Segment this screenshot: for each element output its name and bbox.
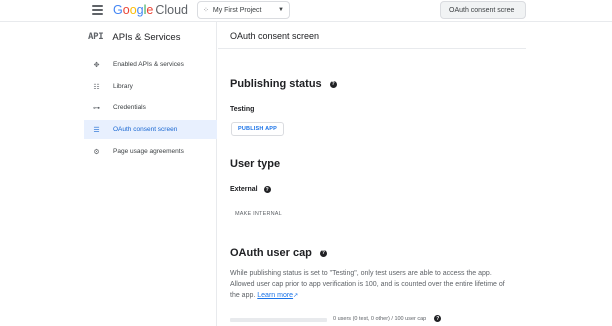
logo-letter: o [129, 3, 137, 17]
agreements-icon: ⚙ [93, 148, 100, 156]
help-icon[interactable]: ? [434, 315, 442, 322]
google-cloud-logo[interactable]: Google Cloud [113, 3, 188, 18]
user-cap-count-row: 0 users (0 test, 0 other) / 100 user cap… [333, 315, 442, 322]
library-icon: ☷ [93, 83, 100, 91]
publishing-status-value: Testing [230, 106, 255, 113]
main-menu-icon[interactable] [92, 5, 103, 15]
sidebar-item-oauth-consent[interactable]: ☰ OAuth consent screen [84, 120, 217, 139]
sidebar-header: API APIs & Services [88, 30, 180, 44]
sidebar: API APIs & Services ✥ Enabled APIs & ser… [84, 22, 217, 326]
logo-letter: o [122, 3, 130, 17]
learn-more-link[interactable]: Learn more [257, 292, 293, 299]
page-title: OAuth consent screen [230, 31, 320, 41]
sidebar-item-label: Credentials [113, 104, 146, 111]
help-icon[interactable]: ? [263, 186, 271, 193]
publish-app-button[interactable]: PUBLISH APP [231, 122, 284, 136]
user-type-value: External [230, 186, 258, 193]
main-content: OAuth consent screen Publishing status ?… [218, 22, 612, 326]
sidebar-item-label: Enabled APIs & services [113, 61, 184, 68]
project-name: My First Project [212, 6, 262, 14]
sidebar-item-credentials[interactable]: ⊶ Credentials [84, 98, 217, 117]
sidebar-item-label: Library [113, 83, 133, 90]
sidebar-item-page-usage[interactable]: ⚙ Page usage agreements [84, 142, 217, 161]
logo-cloud-text: Cloud [155, 3, 188, 17]
user-type-heading: User type [230, 158, 281, 170]
sidebar-item-label: OAuth consent screen [113, 126, 178, 133]
help-icon[interactable]: ? [319, 249, 327, 257]
external-link-icon: ↗ [293, 293, 299, 299]
project-picker[interactable]: ⁘ My First Project ▼ [197, 1, 290, 19]
make-internal-button[interactable]: MAKE INTERNAL [235, 211, 282, 217]
key-icon: ⊶ [93, 104, 100, 112]
caret-down-icon: ▼ [278, 7, 284, 13]
sidebar-item-library[interactable]: ☷ Library [84, 77, 217, 96]
enabled-apis-icon: ✥ [93, 61, 100, 69]
api-icon: API [88, 32, 104, 42]
sidebar-item-label: Page usage agreements [113, 148, 184, 155]
sidebar-title: APIs & Services [112, 31, 181, 43]
help-icon[interactable]: ? [329, 80, 337, 88]
logo-letter: e [146, 3, 154, 17]
user-cap-count: 0 users (0 test, 0 other) / 100 user cap [333, 315, 427, 322]
search-input[interactable]: OAuth consent scree [440, 1, 526, 19]
logo-letter: G [113, 3, 123, 17]
consent-screen-icon: ☰ [93, 126, 100, 134]
user-type-section: User type [230, 158, 280, 170]
logo-letter: g [136, 3, 144, 17]
sidebar-item-enabled-apis[interactable]: ✥ Enabled APIs & services [84, 55, 217, 74]
publishing-status-heading: Publishing status [230, 78, 322, 90]
top-header: Google Cloud ⁘ My First Project ▼ OAuth c… [0, 0, 612, 22]
publishing-status-section: Publishing status ? [230, 78, 337, 90]
user-cap-description: While publishing status is set to "Testi… [230, 268, 515, 302]
user-cap-heading: OAuth user cap [230, 247, 312, 259]
user-cap-section: OAuth user cap ? [230, 247, 327, 259]
divider [218, 48, 526, 49]
project-dots-icon: ⁘ [203, 7, 209, 14]
user-cap-progress-bar [230, 318, 327, 322]
user-type-row: External ? [230, 186, 271, 193]
